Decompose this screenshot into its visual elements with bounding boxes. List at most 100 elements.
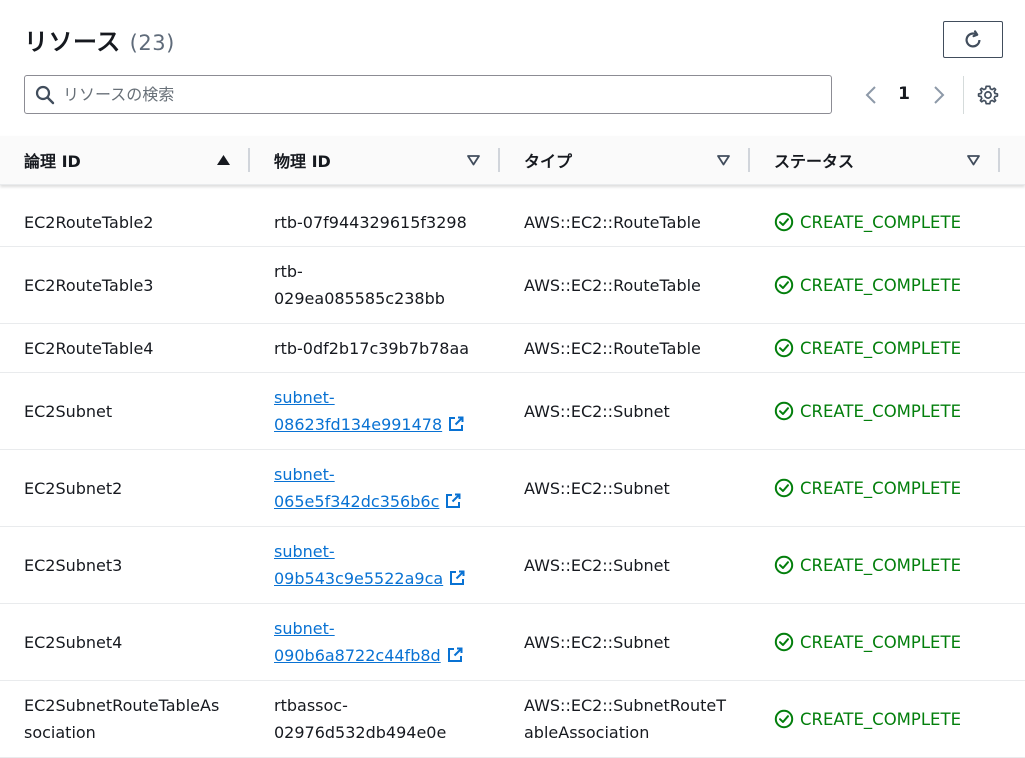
status-text: CREATE_COMPLETE: [800, 555, 961, 575]
logical-id-text: EC2SubnetRouteTableAs: [24, 696, 220, 715]
logical-id-cell: EC2Subnet3: [24, 527, 249, 603]
next-page-button[interactable]: [930, 84, 948, 110]
column-header-logical-id[interactable]: 論理 ID: [24, 136, 81, 184]
status-text: CREATE_COMPLETE: [800, 478, 961, 498]
table-row: EC2RouteTable3 rtb-029ea085585c238bb AWS::…: [0, 247, 1025, 324]
physical-id-cell: rtb- 029ea085585c238bb: [274, 247, 499, 323]
logical-id-cell: EC2Subnet4: [24, 604, 249, 680]
resource-count: (23): [129, 31, 175, 55]
external-link-icon: [447, 647, 463, 662]
sort-caret-down-icon[interactable]: [966, 136, 981, 184]
physical-id-cell: rtb-07f944329615f3298: [274, 198, 499, 246]
status-cell: CREATE_COMPLETE: [774, 373, 1004, 449]
status-text: CREATE_COMPLETE: [800, 338, 961, 358]
table-body: EC2RouteTable2 rtb-07f944329615f3298 AWS::…: [0, 198, 1025, 758]
search-box: [24, 75, 832, 114]
search-icon: [35, 85, 55, 105]
column-resizer[interactable]: [498, 148, 500, 172]
column-header-physical-id[interactable]: 物理 ID: [274, 136, 331, 184]
refresh-button[interactable]: [943, 21, 1003, 58]
status-cell: CREATE_COMPLETE: [774, 247, 1004, 323]
column-resizer[interactable]: [998, 148, 1000, 172]
physical-id-cell: subnet- 08623fd134e991478: [274, 373, 499, 449]
check-circle-icon: [774, 555, 794, 575]
table-row: EC2SubnetRouteTableAs sociation rtbassoc- 0…: [0, 681, 1025, 758]
physical-id-text: 090b6a8722c44fb8d: [274, 646, 441, 665]
external-link-icon: [449, 416, 464, 431]
logical-id-text: EC2Subnet: [24, 401, 113, 421]
physical-id-text: 029ea085585c238bb: [274, 289, 445, 308]
table-row: EC2Subnet2 subnet-065e5f342dc356b6c AWS::E…: [0, 450, 1025, 527]
type-text: AWS::EC2::Subnet: [524, 555, 670, 575]
physical-id-link[interactable]: subnet- 090b6a8722c44fb8d: [274, 615, 464, 669]
logical-id-cell: EC2RouteTable4: [24, 324, 249, 372]
page-title: リソース (23): [24, 22, 175, 57]
sort-ascending-icon[interactable]: [216, 136, 231, 184]
logical-id-cell: EC2RouteTable3: [24, 247, 249, 323]
type-cell: AWS::EC2::Subnet: [524, 373, 749, 449]
type-cell: AWS::EC2::RouteTable: [524, 324, 749, 372]
physical-id-text: 02976d532db494e0e: [274, 723, 447, 742]
type-cell: AWS::EC2::RouteTable: [524, 198, 749, 246]
status-text: CREATE_COMPLETE: [800, 709, 961, 729]
column-resizer[interactable]: [248, 148, 250, 172]
logical-id-cell: EC2Subnet2: [24, 450, 249, 526]
column-header-status[interactable]: ステータス: [774, 136, 854, 184]
sort-caret-down-icon[interactable]: [466, 136, 481, 184]
column-header-type[interactable]: タイプ: [524, 136, 572, 184]
sort-caret-down-icon[interactable]: [716, 136, 731, 184]
type-text: AWS::EC2::RouteTable: [524, 212, 701, 232]
physical-id-cell: rtbassoc- 02976d532db494e0e: [274, 681, 499, 757]
table-row: EC2Subnet4 subnet-090b6a8722c44fb8d AWS::E…: [0, 604, 1025, 681]
check-circle-icon: [774, 338, 794, 358]
status-cell: CREATE_COMPLETE: [774, 527, 1004, 603]
table-row: EC2Subnet3 subnet- 09b543c9e5522a9ca AWS::E…: [0, 527, 1025, 604]
physical-id-cell: subnet- 09b543c9e5522a9ca: [274, 527, 499, 603]
physical-id-link[interactable]: subnet- 08623fd134e991478: [274, 384, 465, 438]
type-text: AWS::EC2::SubnetRouteT: [524, 696, 726, 715]
physical-id-text: 065e5f342dc356b6c: [274, 492, 440, 511]
physical-id-text: subnet-: [274, 465, 335, 484]
physical-id-cell: subnet- 065e5f342dc356b6c: [274, 450, 499, 526]
check-circle-icon: [774, 709, 794, 729]
type-text: AWS::EC2::Subnet: [524, 632, 670, 652]
logical-id-text: EC2Subnet4: [24, 632, 123, 652]
previous-page-button[interactable]: [862, 84, 880, 110]
check-circle-icon: [774, 478, 794, 498]
physical-id-text: subnet-: [274, 619, 335, 638]
page-title-text: リソース: [24, 28, 121, 56]
check-circle-icon: [774, 275, 794, 295]
external-link-icon: [446, 493, 461, 508]
check-circle-icon: [774, 212, 794, 232]
status-cell: CREATE_COMPLETE: [774, 604, 1004, 680]
physical-id-link[interactable]: subnet- 065e5f342dc356b6c: [274, 461, 462, 515]
pagination-divider: [963, 76, 964, 114]
physical-id-link[interactable]: subnet- 09b543c9e5522a9ca: [274, 538, 466, 592]
table-header: 論理 ID 物理 ID タイプ ステータス: [0, 136, 1025, 185]
physical-id-cell: rtb-0df2b17c39b7b78aa: [274, 324, 499, 372]
type-cell: AWS::EC2::Subnet: [524, 450, 749, 526]
chevron-left-icon: [865, 86, 876, 104]
type-text: ableAssociation: [524, 723, 650, 742]
search-input[interactable]: [63, 76, 823, 113]
status-text: CREATE_COMPLETE: [800, 401, 961, 421]
page-number[interactable]: 1: [893, 84, 915, 104]
status-cell: CREATE_COMPLETE: [774, 681, 1004, 757]
logical-id-text: EC2Subnet3: [24, 555, 123, 575]
preferences-button[interactable]: [977, 84, 999, 110]
type-text: AWS::EC2::RouteTable: [524, 338, 701, 358]
logical-id-text: EC2RouteTable2: [24, 212, 154, 232]
physical-id-text: rtbassoc-: [274, 696, 348, 715]
type-text: AWS::EC2::RouteTable: [524, 275, 701, 295]
physical-id-text: 09b543c9e5522a9ca: [274, 569, 444, 588]
column-resizer[interactable]: [748, 148, 750, 172]
logical-id-cell: EC2RouteTable2: [24, 198, 249, 246]
logical-id-cell: EC2Subnet: [24, 373, 249, 449]
physical-id-text: rtb-: [274, 262, 303, 281]
status-cell: CREATE_COMPLETE: [774, 198, 1004, 246]
external-link-icon: [450, 570, 465, 585]
status-cell: CREATE_COMPLETE: [774, 324, 1004, 372]
type-cell: AWS::EC2::Subnet: [524, 604, 749, 680]
status-text: CREATE_COMPLETE: [800, 212, 961, 232]
check-circle-icon: [774, 401, 794, 421]
